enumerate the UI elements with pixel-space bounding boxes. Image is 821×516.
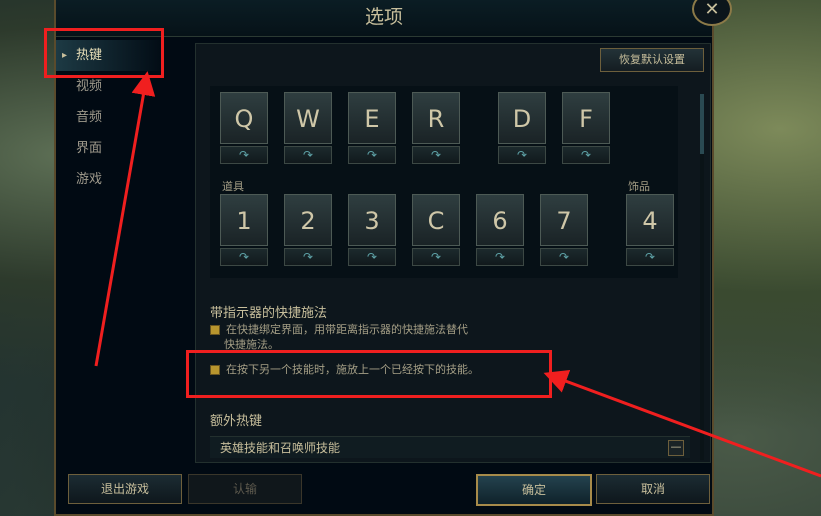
annotation-arrows xyxy=(94,71,821,478)
annotation-arrow-2 xyxy=(543,369,821,478)
annotation-arrow-1 xyxy=(94,71,156,367)
